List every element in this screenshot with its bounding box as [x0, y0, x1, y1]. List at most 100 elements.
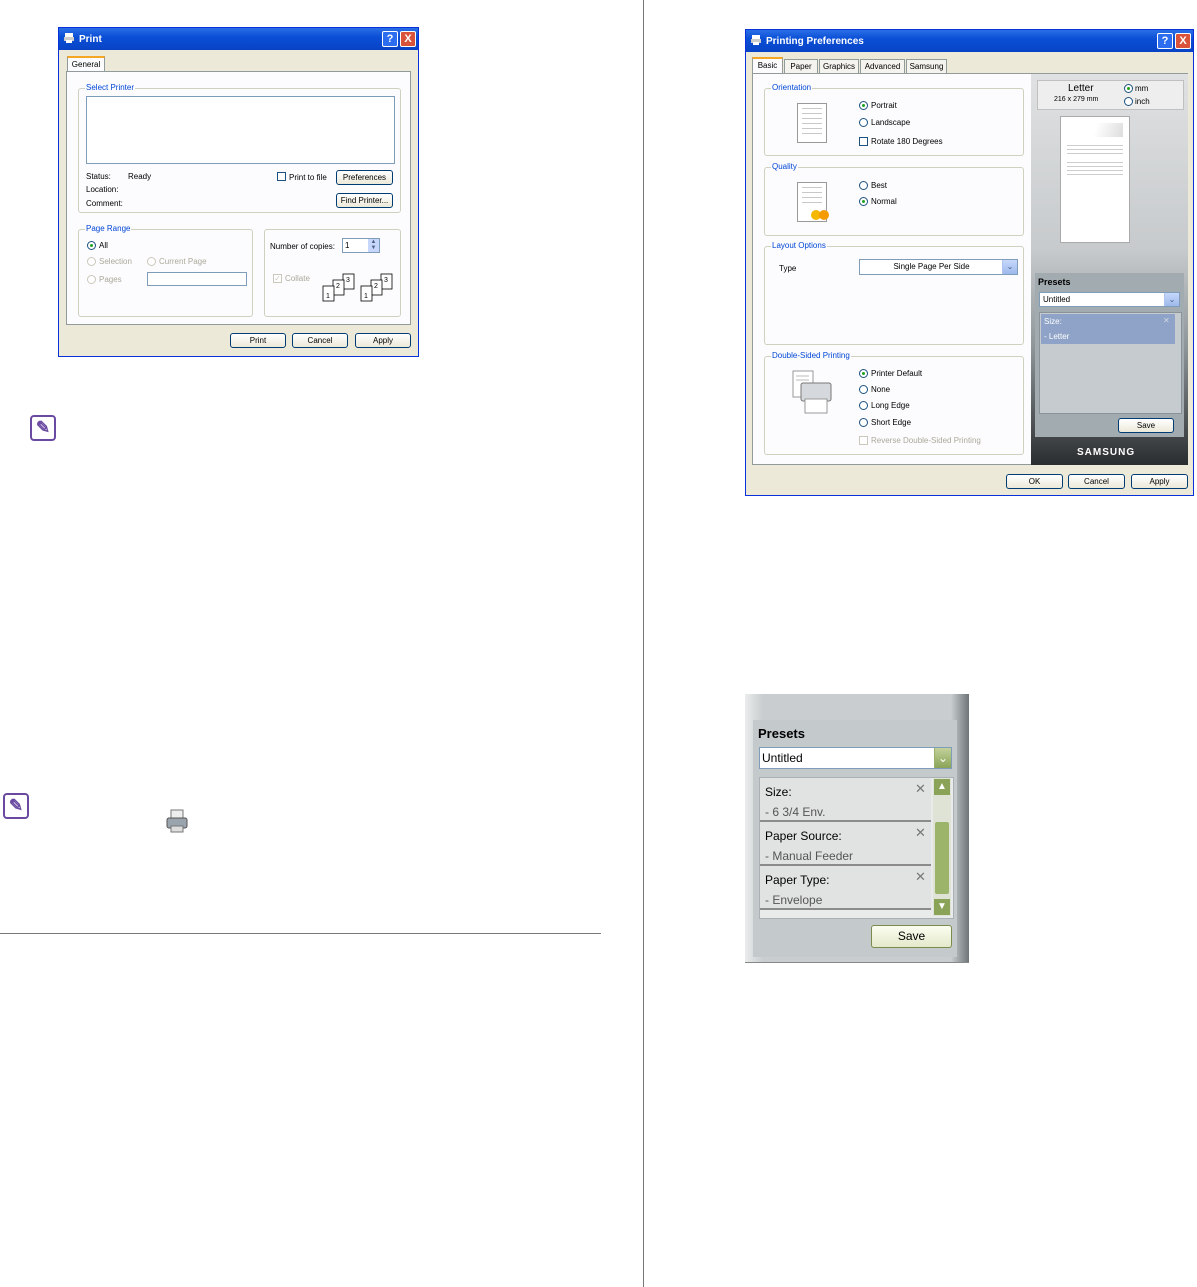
- page-preview: [1060, 116, 1130, 243]
- help-button[interactable]: ?: [382, 31, 398, 47]
- apply-button[interactable]: Apply: [1131, 474, 1188, 489]
- chevron-down-icon[interactable]: ⌄: [1164, 293, 1179, 306]
- none-radio[interactable]: [859, 385, 868, 394]
- cancel-button[interactable]: Cancel: [1068, 474, 1125, 489]
- scroll-thumb[interactable]: [935, 822, 949, 894]
- landscape-radio[interactable]: [859, 118, 868, 127]
- preset-item-value: - Manual Feeder: [765, 849, 854, 863]
- scroll-down-icon[interactable]: ▼: [934, 899, 950, 915]
- chevron-down-icon[interactable]: ⌄: [934, 748, 951, 768]
- reverse-duplex-checkbox[interactable]: [859, 436, 868, 445]
- remove-icon[interactable]: ✕: [915, 869, 926, 885]
- cancel-button[interactable]: Cancel: [292, 333, 348, 348]
- layout-type-select[interactable]: Single Page Per Side ⌄: [859, 259, 1018, 275]
- tab-advanced[interactable]: Advanced: [860, 59, 905, 73]
- preset-item-paper-type[interactable]: Paper Type: - Envelope ✕: [760, 866, 931, 910]
- portrait-radio[interactable]: [859, 101, 868, 110]
- close-button[interactable]: X: [400, 31, 416, 47]
- presets-zoom-title: Presets: [758, 726, 805, 741]
- quality-group: Quality Best Normal: [764, 162, 1024, 236]
- page-range-group: Page Range All Selection Current Page Pa…: [78, 224, 253, 317]
- rotate-checkbox[interactable]: [859, 137, 868, 146]
- preferences-button[interactable]: Preferences: [336, 170, 393, 185]
- preset-item-label: Paper Source:: [765, 829, 842, 843]
- current-page-radio[interactable]: [147, 257, 156, 266]
- copies-label: Number of copies:: [270, 242, 335, 251]
- short-edge-radio[interactable]: [859, 418, 868, 427]
- mm-radio[interactable]: [1124, 84, 1133, 93]
- preset-item-paper-source[interactable]: Paper Source: - Manual Feeder ✕: [760, 822, 931, 866]
- inch-radio[interactable]: [1124, 97, 1133, 106]
- collate-checkbox[interactable]: ✓: [273, 274, 282, 283]
- printer-default-radio[interactable]: [859, 369, 868, 378]
- layout-label: Layout Options: [771, 241, 827, 250]
- print-to-file-checkbox[interactable]: [277, 172, 286, 181]
- landscape-label: Landscape: [871, 118, 911, 127]
- rotate-label: Rotate 180 Degrees: [871, 137, 943, 146]
- preset-item-size[interactable]: Size: - 6 3/4 Env. ✕: [760, 778, 931, 822]
- quality-dots-icon: [811, 210, 829, 220]
- presets-zoom-value: Untitled: [762, 751, 803, 765]
- normal-radio[interactable]: [859, 197, 868, 206]
- tab-samsung[interactable]: Samsung: [906, 59, 947, 73]
- pages-input[interactable]: [147, 272, 247, 286]
- paper-name: Letter: [1068, 83, 1094, 94]
- apply-button[interactable]: Apply: [355, 333, 411, 348]
- svg-text:1: 1: [326, 293, 330, 300]
- copies-group: Number of copies: 1 ▲ ▼ ✓ Collate 321 321: [264, 229, 401, 317]
- svg-text:3: 3: [346, 277, 350, 284]
- preset-save-button[interactable]: Save: [1118, 418, 1174, 433]
- portrait-page-icon: [797, 103, 827, 143]
- close-button[interactable]: X: [1175, 33, 1191, 49]
- reverse-duplex-label: Reverse Double-Sided Printing: [871, 436, 981, 445]
- type-label: Type: [779, 264, 797, 273]
- note-icon: ✎: [3, 793, 29, 819]
- presets-scrollbar[interactable]: ▲ ▼: [933, 778, 951, 916]
- quality-label: Quality: [771, 162, 798, 171]
- preset-item-size[interactable]: Size: - Letter ✕: [1041, 314, 1175, 344]
- preset-size-value: - Letter: [1044, 332, 1070, 341]
- none-label: None: [871, 385, 891, 394]
- printer-list[interactable]: [86, 96, 395, 164]
- paper-size: 216 x 279 mm: [1054, 96, 1099, 103]
- spinner-icon[interactable]: ▲ ▼: [368, 239, 379, 252]
- portrait-label: Portrait: [871, 101, 897, 110]
- remove-preset-icon[interactable]: ✕: [1163, 316, 1170, 325]
- preset-items-list: Size: - Letter ✕: [1039, 312, 1182, 414]
- orientation-label: Orientation: [771, 83, 813, 92]
- duplex-group: Double-Sided Printing Printer Default No…: [764, 351, 1024, 455]
- presets-zoom-save-button[interactable]: Save: [871, 925, 952, 948]
- chevron-down-icon[interactable]: ⌄: [1002, 260, 1017, 274]
- ok-button[interactable]: OK: [1006, 474, 1063, 489]
- preset-select[interactable]: Untitled ⌄: [1039, 292, 1180, 307]
- normal-label: Normal: [871, 197, 897, 206]
- remove-icon[interactable]: ✕: [915, 781, 926, 797]
- tab-paper-label: Paper: [790, 62, 812, 71]
- copies-input[interactable]: 1 ▲ ▼: [342, 238, 380, 253]
- tab-basic[interactable]: Basic: [752, 57, 783, 73]
- print-button[interactable]: Print: [230, 333, 286, 348]
- tab-graphics[interactable]: Graphics: [819, 59, 859, 73]
- long-edge-radio[interactable]: [859, 401, 868, 410]
- help-button[interactable]: ?: [1157, 33, 1173, 49]
- tab-paper[interactable]: Paper: [784, 59, 818, 73]
- scroll-up-icon[interactable]: ▲: [934, 779, 950, 795]
- comment-label: Comment:: [86, 199, 123, 208]
- remove-icon[interactable]: ✕: [915, 825, 926, 841]
- print-dialog-title: Print: [79, 34, 102, 45]
- copies-value: 1: [345, 241, 350, 250]
- selection-label: Selection: [99, 257, 132, 266]
- preset-value: Untitled: [1043, 295, 1071, 304]
- all-radio[interactable]: [87, 241, 96, 250]
- tab-graphics-label: Graphics: [822, 62, 855, 71]
- selection-radio[interactable]: [87, 257, 96, 266]
- samsung-logo: SAMSUNG: [1077, 447, 1136, 458]
- presets-zoom-select[interactable]: Untitled ⌄: [759, 747, 952, 769]
- find-printer-button[interactable]: Find Printer...: [336, 193, 393, 208]
- long-edge-label: Long Edge: [871, 401, 910, 410]
- best-radio[interactable]: [859, 181, 868, 190]
- preset-item-label: Size:: [765, 785, 792, 799]
- tab-general[interactable]: General: [67, 56, 105, 72]
- prefs-titlebar: Printing Preferences ? X: [746, 30, 1193, 52]
- pages-radio[interactable]: [87, 275, 96, 284]
